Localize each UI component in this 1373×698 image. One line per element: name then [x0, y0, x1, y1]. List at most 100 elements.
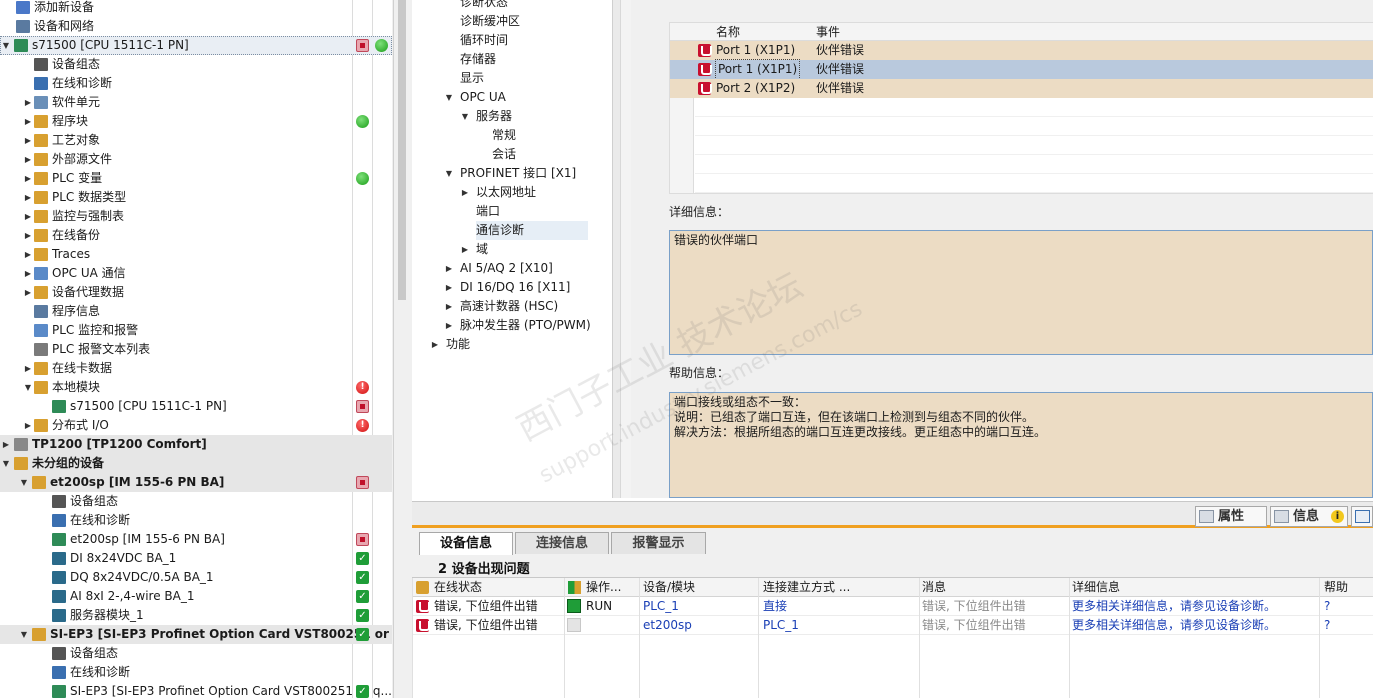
tree-item[interactable]: ▶ 软件单元 — [0, 93, 392, 112]
event-row[interactable]: Port 1 (X1P1) 伙伴错误 — [670, 41, 1373, 60]
tree-item[interactable]: ▶ 在线备份 — [0, 226, 392, 245]
nav-item[interactable]: DI 16/DQ 16 [X11] — [460, 278, 588, 297]
nav-item[interactable]: 会话 — [492, 145, 588, 164]
column-header[interactable]: 帮助 — [1324, 578, 1348, 597]
tree-item[interactable]: ▼ s71500 [CPU 1511C-1 PN] — [0, 36, 392, 55]
device-info-conn[interactable]: PLC_1 — [763, 616, 799, 635]
tree-item[interactable]: 在线和诊断 — [0, 74, 392, 93]
scrollbar-thumb[interactable] — [398, 0, 406, 300]
nav-item[interactable]: 诊断缓冲区 — [460, 12, 588, 31]
device-info-row[interactable]: 错误, 下位组件出错 RUN PLC_1 直接 错误, 下位组件出错 更多相关详细信息，请… — [412, 597, 1373, 616]
tree-item[interactable]: s71500 [CPU 1511C-1 PN] — [0, 397, 392, 416]
tree-item[interactable]: 程序信息 — [0, 302, 392, 321]
tree-item[interactable]: SI-EP3 [SI-EP3 Profinet Option Card VST8… — [0, 682, 392, 698]
tree-expand-arrow-icon[interactable]: ▶ — [23, 112, 33, 131]
column-header[interactable]: 详细信息 — [1072, 578, 1120, 597]
nav-item[interactable]: 功能 — [446, 335, 588, 354]
tree-item[interactable]: 设备组态 — [0, 492, 392, 511]
nav-item[interactable]: PROFINET 接口 [X1] — [460, 164, 588, 183]
tree-item[interactable]: ▶ 在线卡数据 — [0, 359, 392, 378]
tree-expand-arrow-icon[interactable]: ▼ — [19, 473, 29, 492]
tree-item[interactable]: 添加新设备 — [0, 0, 392, 17]
event-row[interactable]: Port 1 (X1P1) 伙伴错误 — [670, 59, 1373, 80]
tree-item[interactable]: 设备组态 — [0, 644, 392, 663]
nav-item[interactable]: 显示 — [460, 69, 588, 88]
col-name-header[interactable]: 名称 — [716, 23, 740, 42]
tree-expand-arrow-icon[interactable]: ▼ — [1, 454, 11, 473]
info-button[interactable]: 信息 i — [1270, 506, 1348, 527]
nav-expand-arrow-icon[interactable]: ▶ — [460, 183, 470, 202]
tree-item[interactable]: 服务器模块_1 ✓ — [0, 606, 392, 625]
column-header[interactable]: 设备/模块 — [643, 578, 695, 597]
tree-item[interactable]: PLC 监控和报警 — [0, 321, 392, 340]
tree-item[interactable]: et200sp [IM 155-6 PN BA] — [0, 530, 392, 549]
tree-item[interactable]: AI 8xI 2-,4-wire BA_1 ✓ — [0, 587, 392, 606]
tree-item[interactable]: ▶ PLC 变量 — [0, 169, 392, 188]
nav-expand-arrow-icon[interactable]: ▶ — [444, 297, 454, 316]
tree-expand-arrow-icon[interactable]: ▶ — [23, 416, 33, 435]
tree-expand-arrow-icon[interactable]: ▶ — [23, 131, 33, 150]
nav-item[interactable]: 常规 — [492, 126, 588, 145]
nav-item[interactable]: 循环时间 — [460, 31, 588, 50]
tree-item[interactable]: 设备组态 — [0, 55, 392, 74]
tree-item[interactable]: ▶ 工艺对象 — [0, 131, 392, 150]
splitter[interactable] — [612, 0, 620, 498]
nav-item[interactable]: AI 5/AQ 2 [X10] — [460, 259, 588, 278]
tree-scrollbar[interactable] — [393, 0, 410, 698]
nav-expand-arrow-icon[interactable]: ▶ — [444, 278, 454, 297]
nav-expand-arrow-icon[interactable]: ▼ — [444, 88, 454, 107]
tree-item[interactable]: ▶ 分布式 I/O! — [0, 416, 392, 435]
tree-item[interactable]: ▼ 未分组的设备 — [0, 454, 392, 473]
tree-item[interactable]: DQ 8x24VDC/0.5A BA_1 ✓ — [0, 568, 392, 587]
tree-item[interactable]: ▶ 外部源文件 — [0, 150, 392, 169]
device-info-conn[interactable]: 直接 — [763, 597, 787, 616]
tree-expand-arrow-icon[interactable]: ▶ — [23, 245, 33, 264]
tree-expand-arrow-icon[interactable]: ▼ — [19, 625, 29, 644]
nav-expand-arrow-icon[interactable]: ▶ — [444, 316, 454, 335]
event-row[interactable]: Port 2 (X1P2) 伙伴错误 — [670, 79, 1373, 98]
tree-expand-arrow-icon[interactable]: ▶ — [23, 264, 33, 283]
tree-expand-arrow-icon[interactable]: ▶ — [23, 150, 33, 169]
tree-item[interactable]: 在线和诊断 — [0, 663, 392, 682]
tab-connection-info[interactable]: 连接信息 — [515, 532, 609, 554]
tab-alarm-display[interactable]: 报警显示 — [611, 532, 706, 554]
column-header[interactable]: 消息 — [922, 578, 946, 597]
tree-expand-arrow-icon[interactable]: ▶ — [23, 207, 33, 226]
tree-item[interactable]: 在线和诊断 — [0, 511, 392, 530]
col-event-header[interactable]: 事件 — [816, 23, 840, 42]
tree-item[interactable]: ▼ et200sp [IM 155-6 PN BA] — [0, 473, 392, 492]
column-header[interactable]: 在线状态 — [434, 578, 482, 597]
tree-expand-arrow-icon[interactable]: ▼ — [23, 378, 33, 397]
tree-expand-arrow-icon[interactable]: ▶ — [23, 359, 33, 378]
device-info-device[interactable]: et200sp — [643, 616, 692, 635]
tree-item[interactable]: ▶ TP1200 [TP1200 Comfort] — [0, 435, 392, 454]
nav-item[interactable]: OPC UA — [460, 88, 588, 107]
tab-device-info[interactable]: 设备信息 — [419, 532, 513, 555]
tree-item[interactable]: ▶ PLC 数据类型 — [0, 188, 392, 207]
tree-expand-arrow-icon[interactable]: ▶ — [23, 226, 33, 245]
nav-item[interactable]: 以太网地址 — [476, 183, 588, 202]
tree-expand-arrow-icon[interactable]: ▶ — [23, 188, 33, 207]
splitter-collapse[interactable] — [620, 0, 631, 498]
device-info-detail[interactable]: 更多相关详细信息，请参见设备诊断。 — [1072, 597, 1276, 616]
tree-expand-arrow-icon[interactable]: ▼ — [1, 36, 11, 55]
nav-item[interactable]: 通信诊断 — [476, 221, 588, 240]
nav-item[interactable]: 高速计数器 (HSC) — [460, 297, 588, 316]
column-header[interactable]: 操作... — [586, 578, 621, 597]
nav-item[interactable]: 存储器 — [460, 50, 588, 69]
nav-expand-arrow-icon[interactable]: ▶ — [430, 335, 440, 354]
tree-item[interactable]: DI 8x24VDC BA_1 ✓ — [0, 549, 392, 568]
device-info-device[interactable]: PLC_1 — [643, 597, 679, 616]
nav-item[interactable]: 服务器 — [476, 107, 588, 126]
tree-item[interactable]: ▶ OPC UA 通信 — [0, 264, 392, 283]
tree-item[interactable]: ▶ 程序块 — [0, 112, 392, 131]
device-info-help[interactable]: ? — [1324, 616, 1330, 635]
tree-item[interactable]: PLC 报警文本列表 — [0, 340, 392, 359]
nav-item[interactable]: 域 — [476, 240, 588, 259]
device-info-row[interactable]: 错误, 下位组件出错 et200sp PLC_1 错误, 下位组件出错 更多相关详细信息… — [412, 616, 1373, 635]
tree-item[interactable]: ▶ 设备代理数据 — [0, 283, 392, 302]
device-info-help[interactable]: ? — [1324, 597, 1330, 616]
diagnostics-button[interactable] — [1351, 506, 1373, 527]
tree-item[interactable]: ▶ Traces — [0, 245, 392, 264]
nav-item[interactable]: 诊断状态 — [460, 0, 588, 12]
